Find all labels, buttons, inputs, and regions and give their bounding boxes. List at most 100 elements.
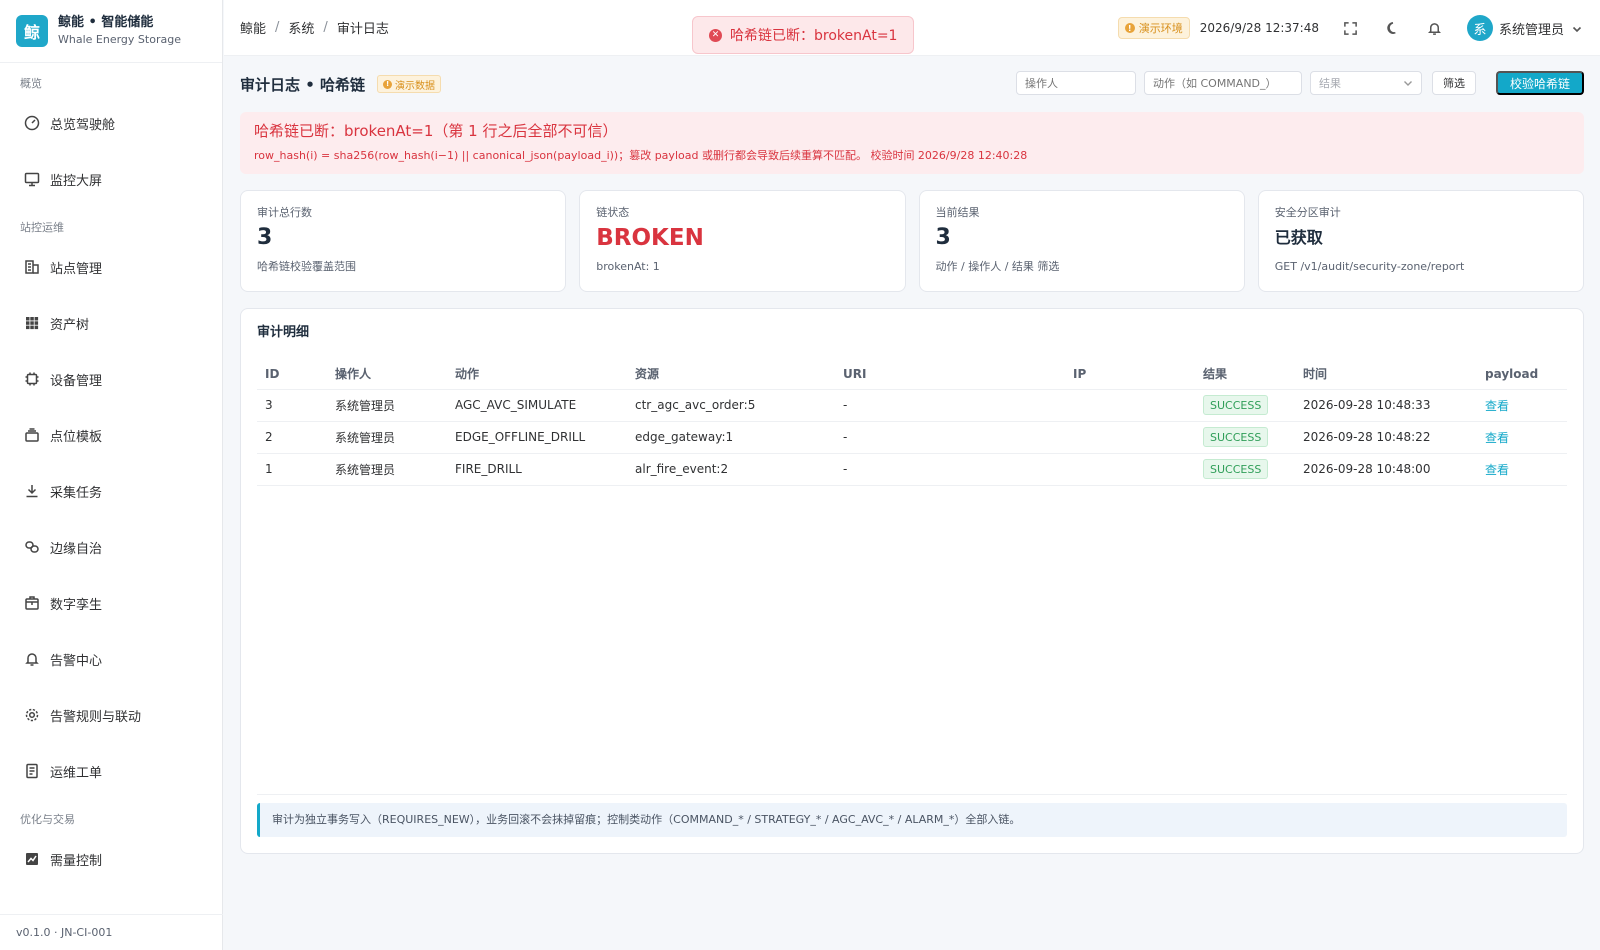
verify-hash-chain-button[interactable]: 校验哈希链: [1495, 71, 1584, 95]
sidebar-item-dashboard[interactable]: 总览驾驶舱: [0, 95, 222, 151]
view-payload-link[interactable]: 查看: [1485, 463, 1509, 477]
sidebar-item-work-orders[interactable]: 运维工单: [0, 743, 222, 799]
alert-title: 哈希链已断：brokenAt=1（第 1 行之后全部不可信）: [254, 122, 618, 140]
sidebar-item-label: 运维工单: [50, 765, 103, 781]
column-header[interactable]: payload: [1477, 359, 1567, 390]
sidebar-item-alarm-center[interactable]: 告警中心: [0, 631, 222, 687]
cell-uri: -: [835, 389, 1065, 422]
brand-subtitle: Whale Energy Storage: [58, 33, 181, 46]
stat-card-security-zone: 安全分区审计 已获取 GET /v1/audit/security-zone/r…: [1257, 190, 1584, 292]
alert-description: row_hash(i) = sha256(row_hash(i−1) || ca…: [254, 149, 1028, 162]
cell-ip: [1065, 389, 1195, 422]
chevron-down-icon[interactable]: [1572, 23, 1582, 33]
cell-result: SUCCESS: [1195, 421, 1295, 454]
table-row: 3 系统管理员 AGC_AVC_SIMULATE ctr_agc_avc_ord…: [257, 389, 1567, 422]
divider: [257, 794, 1567, 795]
stat-cards: 审计总行数 3 哈希链校验覆盖范围 链状态 BROKEN brokenAt: 1…: [240, 190, 1584, 292]
stat-value: BROKEN: [596, 225, 704, 251]
sidebar-item-edge-autonomy[interactable]: 边缘自治: [0, 519, 222, 575]
view-payload-link[interactable]: 查看: [1485, 399, 1509, 413]
sidebar-item-demand-control[interactable]: 需量控制: [0, 831, 222, 887]
column-header[interactable]: 时间: [1295, 359, 1477, 390]
cell-operator: 系统管理员: [327, 453, 447, 486]
sidebar-item-alarm-rules[interactable]: 告警规则与联动: [0, 687, 222, 743]
sidebar-item-devices[interactable]: 设备管理: [0, 351, 222, 407]
cell-action: EDGE_OFFLINE_DRILL: [447, 421, 627, 454]
column-header[interactable]: 资源: [627, 359, 835, 390]
username[interactable]: 系统管理员: [1499, 19, 1564, 38]
column-header[interactable]: 结果: [1195, 359, 1295, 390]
chart-icon: [23, 850, 41, 868]
column-header[interactable]: ID: [257, 359, 327, 390]
panel-title: 审计明细: [257, 325, 310, 340]
sidebar-item-label: 点位模板: [50, 429, 103, 445]
sidebar: 鲸 鲸能 • 智能储能 Whale Energy Storage 概览 总览驾驶…: [0, 0, 223, 950]
cell-uri: -: [835, 421, 1065, 454]
main-content: 审计日志 • 哈希链 ! 演示数据 结果 筛选 校验哈希链 哈希链已断：brok…: [240, 56, 1584, 854]
stat-subtext: GET /v1/audit/security-zone/report: [1274, 260, 1465, 273]
result-select-placeholder: 结果: [1318, 77, 1341, 90]
warning-icon: !: [383, 79, 393, 89]
brand[interactable]: 鲸 鲸能 • 智能储能 Whale Energy Storage: [0, 0, 222, 63]
audit-detail-panel: 审计明细 ID 操作人 动作 资源 URI IP 结果 时间 payload 3: [240, 308, 1584, 854]
sidebar-item-label: 告警中心: [50, 653, 103, 669]
document-icon: [23, 762, 41, 780]
sidebar-item-digital-twin[interactable]: 数字孪生: [0, 575, 222, 631]
cell-id: 2: [257, 421, 327, 454]
sidebar-item-label: 采集任务: [50, 485, 103, 501]
column-header[interactable]: IP: [1065, 359, 1195, 390]
broken-chain-alert: 哈希链已断：brokenAt=1（第 1 行之后全部不可信） row_hash(…: [240, 112, 1584, 174]
sidebar-item-collection-tasks[interactable]: 采集任务: [0, 463, 222, 519]
gauge-icon: [23, 114, 41, 132]
chevron-down-icon: [1403, 81, 1412, 86]
status-badge: SUCCESS: [1203, 459, 1269, 479]
nav-group-optimization: 优化与交易: [20, 813, 75, 826]
avatar[interactable]: 系: [1466, 15, 1493, 41]
sidebar-item-label: 数字孪生: [50, 597, 103, 613]
cell-action: AGC_AVC_SIMULATE: [447, 389, 627, 422]
cell-action: FIRE_DRILL: [447, 453, 627, 486]
page-title: 审计日志 • 哈希链: [240, 75, 366, 94]
sidebar-item-label: 设备管理: [50, 373, 103, 389]
sidebar-item-label: 站点管理: [50, 261, 103, 277]
breadcrumb: 鲸能 / 系统 / 审计日志: [240, 18, 389, 37]
stat-subtext: 动作 / 操作人 / 结果 筛选: [935, 260, 1060, 273]
stat-label: 当前结果: [935, 206, 980, 219]
filter-button[interactable]: 筛选: [1431, 71, 1476, 95]
column-header[interactable]: 动作: [447, 359, 627, 390]
sidebar-item-sites[interactable]: 站点管理: [0, 239, 222, 295]
error-icon: ✕: [709, 28, 722, 42]
cell-payload: 查看: [1477, 389, 1567, 422]
breadcrumb-item[interactable]: 鲸能: [240, 18, 266, 37]
action-filter-input[interactable]: [1143, 71, 1302, 95]
sidebar-item-asset-tree[interactable]: 资产树: [0, 295, 222, 351]
dark-mode-icon[interactable]: [1383, 18, 1403, 38]
sidebar-item-point-templates[interactable]: 点位模板: [0, 407, 222, 463]
filter-bar: 结果 筛选 校验哈希链: [1008, 71, 1584, 95]
notification-bell-icon[interactable]: [1425, 18, 1445, 38]
brand-title: 鲸能 • 智能储能: [58, 15, 154, 30]
demo-data-tag: ! 演示数据: [377, 75, 442, 93]
breadcrumb-separator: /: [275, 20, 280, 35]
sidebar-item-monitor[interactable]: 监控大屏: [0, 151, 222, 207]
breadcrumb-item[interactable]: 系统: [288, 18, 314, 37]
fullscreen-icon[interactable]: [1341, 18, 1361, 38]
stat-card-chain-status: 链状态 BROKEN brokenAt: 1: [579, 190, 906, 292]
stat-label: 链状态: [596, 206, 630, 219]
status-badge: SUCCESS: [1203, 427, 1269, 447]
operator-filter-input[interactable]: [1015, 71, 1136, 95]
sidebar-item-label: 监控大屏: [50, 173, 103, 189]
view-payload-link[interactable]: 查看: [1485, 431, 1509, 445]
column-header[interactable]: URI: [835, 359, 1065, 390]
status-badge: SUCCESS: [1203, 395, 1269, 415]
brand-logo: 鲸: [16, 15, 48, 47]
env-badge-label: 演示环境: [1138, 22, 1183, 35]
cell-result: SUCCESS: [1195, 453, 1295, 486]
result-filter-select[interactable]: 结果: [1309, 71, 1422, 95]
nav-group-station-ops: 站控运维: [20, 221, 64, 234]
demo-tag-label: 演示数据: [395, 80, 436, 92]
stat-card-current-results: 当前结果 3 动作 / 操作人 / 结果 筛选: [918, 190, 1245, 292]
column-header[interactable]: 操作人: [327, 359, 447, 390]
stat-label: 安全分区审计: [1274, 206, 1341, 219]
cell-result: SUCCESS: [1195, 389, 1295, 422]
